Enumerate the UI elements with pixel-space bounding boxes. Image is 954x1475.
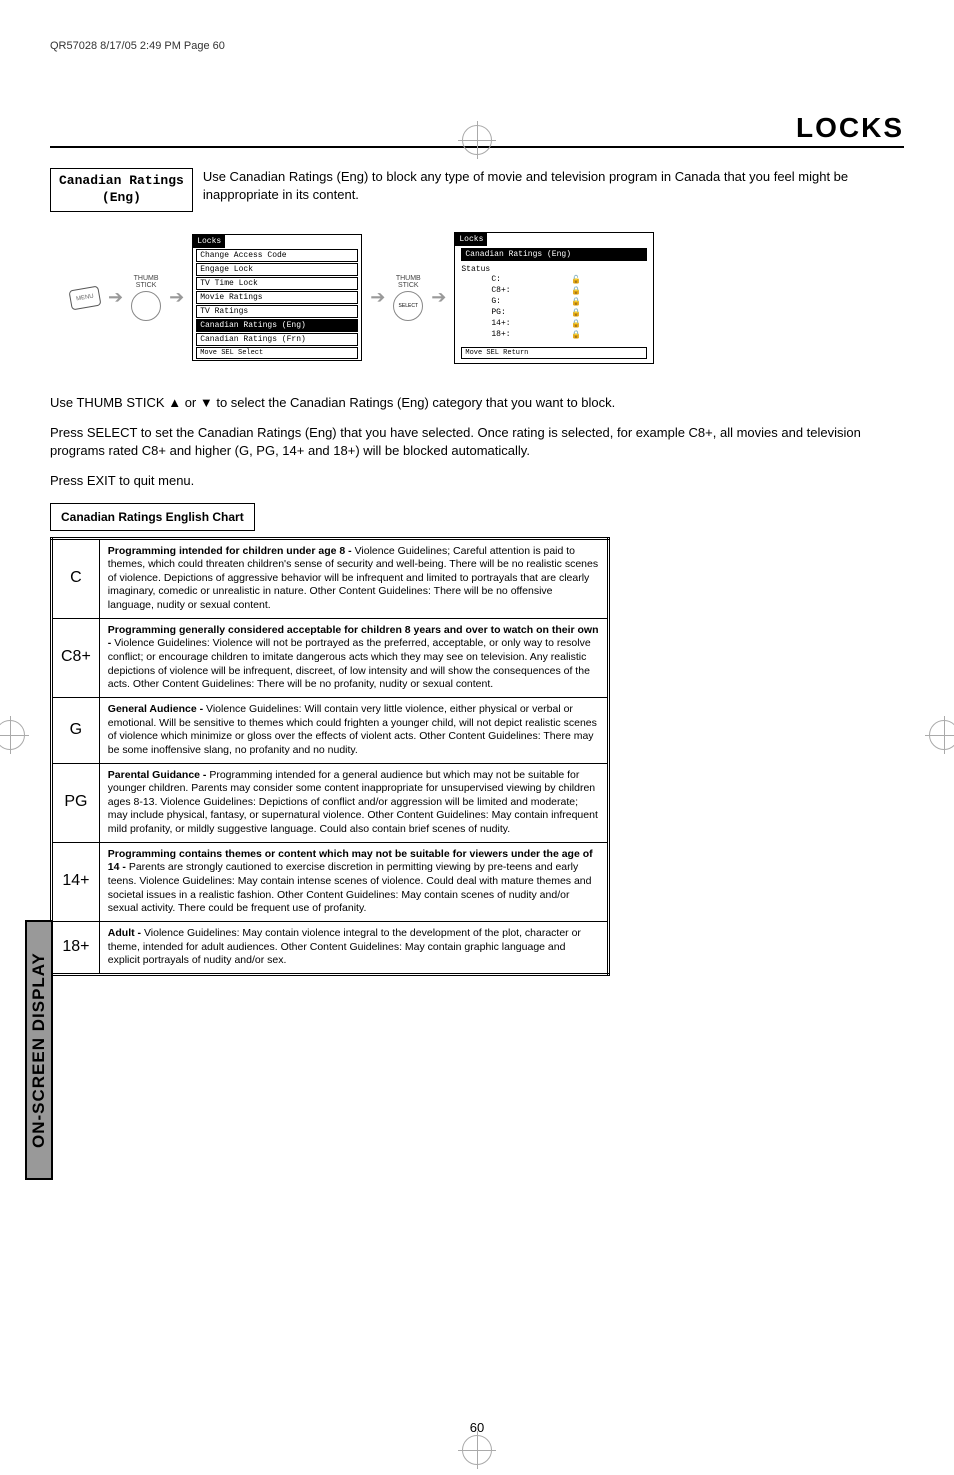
print-crosshair-icon bbox=[462, 1435, 492, 1465]
osd-item: Movie Ratings bbox=[196, 291, 358, 304]
arrow-icon: ➔ bbox=[370, 287, 385, 308]
rating-desc: Parental Guidance - Programming intended… bbox=[99, 763, 608, 842]
table-row: 18+ Adult - Violence Guidelines: May con… bbox=[52, 921, 609, 974]
print-crosshair-icon bbox=[462, 125, 492, 155]
side-tab: ON-SCREEN DISPLAY bbox=[25, 920, 53, 1180]
rating-desc: Adult - Violence Guidelines: May contain… bbox=[99, 921, 608, 974]
arrow-icon: ➔ bbox=[108, 287, 123, 308]
osd-menu-1: Locks Change Access Code Engage Lock TV … bbox=[192, 234, 362, 361]
thumb-stick-label: THUMB STICK bbox=[131, 275, 161, 289]
rating-code: PG bbox=[52, 763, 100, 842]
file-meta: QR57028 8/17/05 2:49 PM Page 60 bbox=[50, 40, 904, 52]
status-row: 18+:🔒 bbox=[491, 330, 581, 340]
osd-item-selected: Canadian Ratings (Eng) bbox=[196, 319, 358, 332]
rating-code: G bbox=[52, 697, 100, 763]
osd-header: Locks bbox=[193, 235, 225, 248]
rating-desc: Programming generally considered accepta… bbox=[99, 618, 608, 697]
thumb-stick-label: THUMB STICK bbox=[393, 275, 423, 289]
osd-footer: Move SEL Select bbox=[196, 347, 358, 359]
status-row: PG:🔒 bbox=[491, 308, 581, 318]
osd-footer: Move SEL Return bbox=[461, 347, 647, 359]
table-row: C Programming intended for children unde… bbox=[52, 538, 609, 618]
status-row: 14+:🔒 bbox=[491, 319, 581, 329]
body-paragraph: Press SELECT to set the Canadian Ratings… bbox=[50, 424, 904, 460]
arrow-icon: ➔ bbox=[169, 287, 184, 308]
osd-item: Canadian Ratings (Frn) bbox=[196, 333, 358, 346]
intro-text: Use Canadian Ratings (Eng) to block any … bbox=[203, 168, 904, 212]
status-row: C8+:🔒 bbox=[491, 286, 581, 296]
feature-label: Canadian Ratings(Eng) bbox=[50, 168, 193, 212]
table-row: PG Parental Guidance - Programming inten… bbox=[52, 763, 609, 842]
rating-code: 14+ bbox=[52, 842, 100, 921]
status-row: G:🔒 bbox=[491, 297, 581, 307]
rating-desc: General Audience - Violence Guidelines: … bbox=[99, 697, 608, 763]
body-paragraph: Use THUMB STICK ▲ or ▼ to select the Can… bbox=[50, 394, 904, 412]
thumb-stick-icon bbox=[131, 291, 161, 321]
ratings-chart: C Programming intended for children unde… bbox=[50, 537, 610, 976]
rating-desc: Programming contains themes or content w… bbox=[99, 842, 608, 921]
osd-item: Engage Lock bbox=[196, 263, 358, 276]
table-row: C8+ Programming generally considered acc… bbox=[52, 618, 609, 697]
osd-header: Locks bbox=[455, 233, 487, 246]
table-row: G General Audience - Violence Guidelines… bbox=[52, 697, 609, 763]
print-crosshair-icon bbox=[0, 720, 25, 750]
status-row: C:🔓 bbox=[491, 275, 581, 285]
print-crosshair-icon bbox=[929, 720, 954, 750]
arrow-icon: ➔ bbox=[431, 287, 446, 308]
chart-header: Canadian Ratings English Chart bbox=[50, 503, 255, 531]
body-paragraph: Press EXIT to quit menu. bbox=[50, 472, 904, 490]
diagram-row: MENU ➔ THUMB STICK ➔ Locks Change Access… bbox=[70, 232, 904, 364]
osd-item: TV Ratings bbox=[196, 305, 358, 318]
osd-subheader: Canadian Ratings (Eng) bbox=[461, 248, 647, 261]
rating-desc: Programming intended for children under … bbox=[99, 538, 608, 618]
select-button-icon: SELECT bbox=[393, 291, 423, 321]
status-label: Status bbox=[461, 265, 647, 274]
rating-code: C bbox=[52, 538, 100, 618]
osd-item: Change Access Code bbox=[196, 249, 358, 262]
osd-menu-2: Locks Canadian Ratings (Eng) Status C:🔓 … bbox=[454, 232, 654, 364]
rating-code: 18+ bbox=[52, 921, 100, 974]
osd-item: TV Time Lock bbox=[196, 277, 358, 290]
rating-code: C8+ bbox=[52, 618, 100, 697]
menu-button-icon: MENU bbox=[68, 285, 101, 310]
table-row: 14+ Programming contains themes or conte… bbox=[52, 842, 609, 921]
